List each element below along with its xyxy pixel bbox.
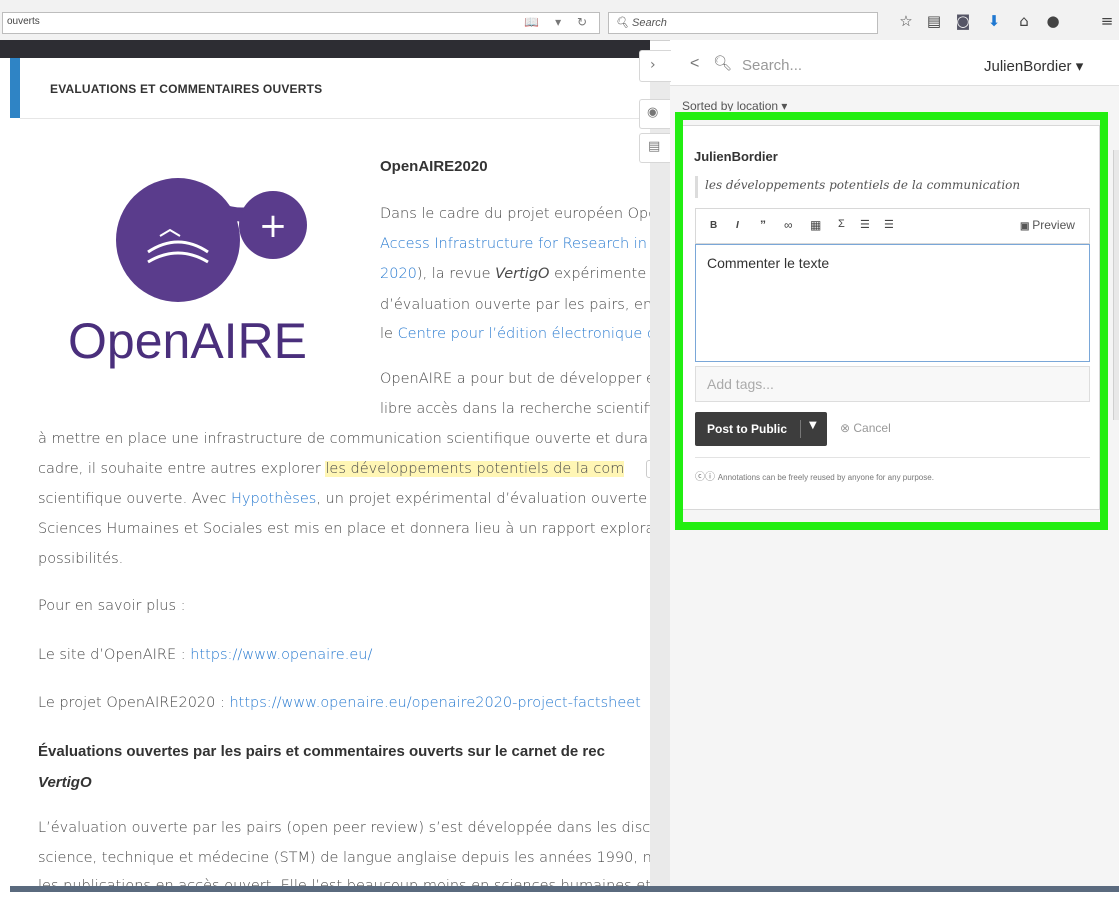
link-text[interactable]: Centre pour l’édition électronique ou	[398, 326, 665, 342]
text-line: Le site d’OpenAIRE : https://www.openair…	[38, 647, 372, 663]
openaire-heading: OpenAIRE2020	[380, 158, 488, 175]
text-line: cadre, il souhaite entre autres explorer…	[38, 461, 625, 477]
divider	[20, 118, 650, 119]
home-icon[interactable]: ⌂	[1011, 12, 1037, 32]
text-line: L’évaluation ouverte par les pairs (open…	[38, 820, 655, 836]
svg-text:+: +	[259, 206, 288, 246]
openaire-logo: + OpenAIRE	[48, 170, 358, 395]
logo-text: OpenAIRE	[68, 313, 307, 369]
collapse-sidebar-button[interactable]: ›	[639, 50, 671, 82]
text-span: Le site d’OpenAIRE :	[38, 647, 191, 663]
download-icon[interactable]: ⬇	[981, 12, 1007, 32]
text-span: Le projet OpenAIRE2020 :	[38, 695, 230, 711]
link-text[interactable]: Access Infrastructure for Research in Eu	[380, 236, 670, 252]
toggle-highlights-button[interactable]: ◉	[639, 99, 670, 129]
pocket-icon[interactable]: ◙	[950, 12, 976, 32]
text-span: le	[380, 326, 398, 342]
text-line: possibilités.	[38, 551, 124, 567]
text-line: Le projet OpenAIRE2020 : https://www.ope…	[38, 695, 641, 711]
site-header-strip	[0, 40, 650, 58]
user-menu[interactable]: JulienBordier ▾	[984, 57, 1083, 75]
chevron-right-icon: ›	[650, 57, 656, 73]
link-text[interactable]: 2020	[380, 266, 417, 282]
text-line: les publications en accès ouvert. Elle l…	[38, 878, 651, 886]
text-line: d’évaluation ouverte par les pairs, en p…	[380, 297, 675, 313]
browser-search-input[interactable]: 🔍︎ Search	[608, 12, 878, 34]
search-icon: 🔍︎	[615, 17, 633, 29]
chat-icon[interactable]: ●	[1040, 12, 1066, 32]
text-line: scientifique ouverte. Avec Hypothèses, u…	[38, 491, 647, 507]
text-line: Pour en savoir plus :	[38, 598, 186, 614]
section-accent	[10, 58, 20, 118]
frame-bottom	[0, 892, 1119, 897]
text-span: , un projet expérimental d’évaluation ou…	[316, 491, 648, 507]
bookmark-star-icon[interactable]: ☆	[893, 12, 919, 32]
text-line: à mettre en place une infrastructure de …	[38, 431, 649, 447]
link-text[interactable]: Hypothèses	[231, 491, 316, 507]
text-span: scientifique ouverte. Avec	[38, 491, 231, 507]
url-text: ouverts	[7, 16, 40, 27]
bookmarks-list-icon[interactable]: ▤	[921, 12, 947, 32]
search-placeholder: Search	[632, 17, 667, 29]
text-line: 2020), la revue VertigO expérimente un	[380, 266, 669, 282]
text-span: ), la revue	[416, 266, 496, 282]
text-line: Sciences Humaines et Sociales est mis en…	[38, 521, 655, 537]
reader-reload-icons[interactable]: 📖 ▾ ↻	[524, 15, 593, 29]
text-line: libre accès dans la recherche scientifiq	[380, 401, 663, 417]
highlight-frame	[675, 112, 1108, 530]
vertigo-italic: VertigO	[495, 266, 550, 282]
link-text[interactable]: https://www.openaire.eu/openaire2020-pro…	[229, 695, 640, 711]
share-icon[interactable]: <	[690, 55, 699, 73]
eye-icon: ◉	[647, 105, 659, 120]
menu-icon[interactable]: ≡	[1094, 12, 1119, 32]
text-line: Dans le cadre du projet européen Ope	[380, 206, 658, 222]
link-text[interactable]: https://www.openaire.eu/	[190, 647, 372, 663]
text-line: le Centre pour l’édition électronique ou	[380, 326, 665, 342]
sidebar-scrollbar[interactable]	[1113, 150, 1119, 420]
text-span: cadre, il souhaite entre autres explorer	[38, 461, 326, 477]
section-title: EVALUATIONS ET COMMENTAIRES OUVERTS	[50, 82, 323, 96]
url-bar[interactable]: ouverts 📖 ▾ ↻	[2, 12, 600, 34]
subheading-italic: VertigO	[38, 774, 92, 791]
sidebar-search-input[interactable]: Search...	[742, 57, 802, 74]
highlighted-annotation[interactable]: les développements potentiels de la com	[325, 461, 625, 477]
search-icon: 🔍︎	[713, 55, 733, 72]
new-note-button[interactable]: ▤	[639, 133, 670, 163]
sort-dropdown[interactable]: Sorted by location ▾	[682, 99, 787, 111]
comment-icon: ▤	[648, 139, 661, 154]
page-gutter	[650, 58, 670, 893]
subheading: Évaluations ouvertes par les pairs et co…	[38, 743, 605, 760]
text-line: science, technique et médecine (STM) de …	[38, 850, 652, 866]
text-line: OpenAIRE a pour but de développer et	[380, 371, 661, 387]
